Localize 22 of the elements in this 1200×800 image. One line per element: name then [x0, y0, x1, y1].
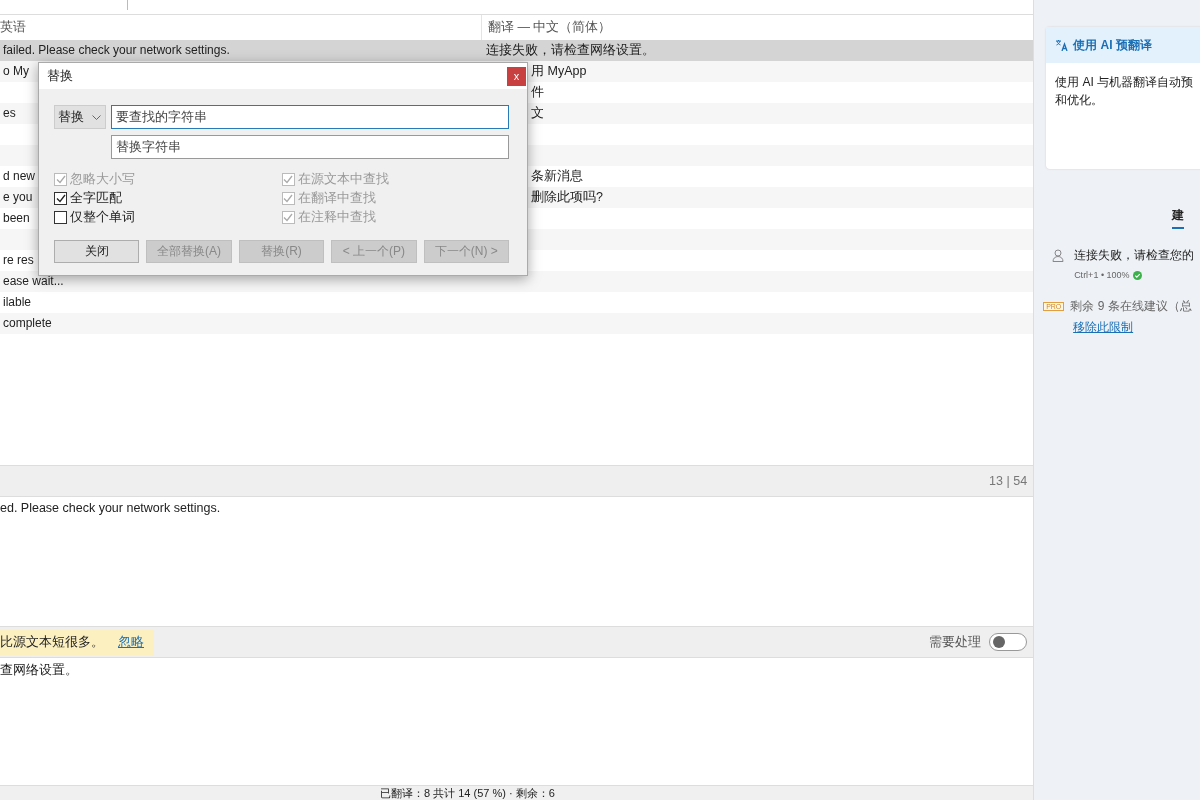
- source-text: failed. Please check your network settings.: [3, 43, 230, 58]
- translation-text: 用 MyApp: [531, 63, 587, 78]
- source-text: ease wait...: [3, 274, 64, 289]
- source-text: complete: [3, 316, 52, 331]
- card-title: 使用 AI 预翻译: [1073, 36, 1152, 54]
- source-text: ilable: [3, 295, 32, 310]
- pro-text: 剩余 9 条在线建议（总: [1070, 298, 1192, 315]
- warning-text: 比源文本短很多。: [0, 633, 104, 651]
- character-counter: 13 | 54: [989, 473, 1028, 488]
- card-description: 使用 AI 与机器翻译自动预 和优化。: [1054, 74, 1195, 109]
- source-text: e you: [3, 190, 33, 205]
- source-text: es: [3, 106, 16, 121]
- translation-text: 删除此项吗?: [531, 189, 603, 204]
- toggle-label: 需要处理: [929, 633, 982, 651]
- translation-text: 文: [531, 105, 544, 120]
- translation-text: 件: [531, 84, 544, 99]
- status-bar: 已翻译：8 共计 14 (57 %) · 剩余：6: [0, 785, 1034, 800]
- dialog-title: 替换: [47, 67, 73, 85]
- source-text: o My: [3, 64, 29, 79]
- translation-text: 连接失败，请检查网络设置。: [486, 42, 655, 57]
- suggestion-meta: Ctrl+1 • 100%: [1074, 270, 1130, 280]
- source-text: ed. Please check your network settings.: [0, 500, 221, 515]
